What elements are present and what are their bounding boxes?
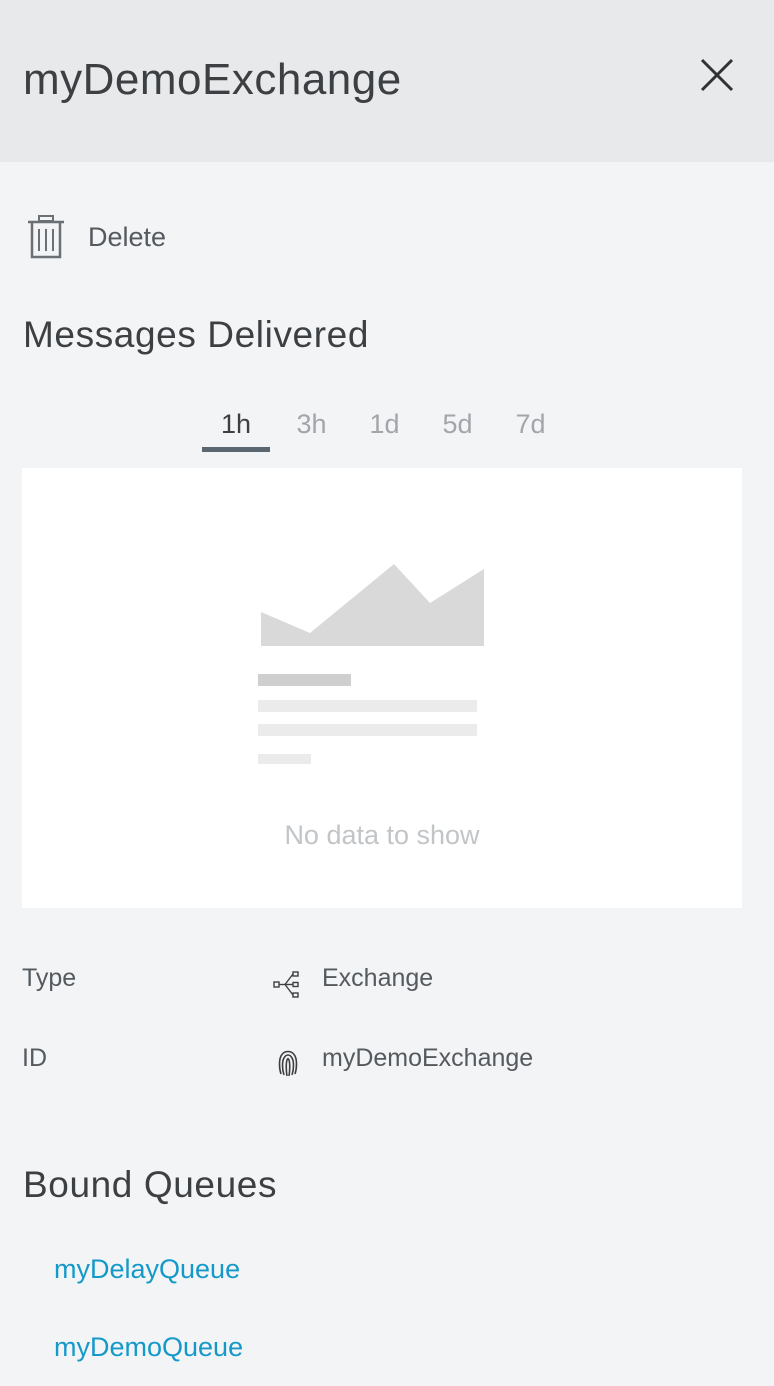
- type-value: Exchange: [322, 964, 434, 992]
- tab-3h[interactable]: 3h: [275, 400, 348, 452]
- tab-5d[interactable]: 5d: [421, 400, 494, 452]
- queue-link-mydemoqueue[interactable]: myDemoQueue: [54, 1332, 243, 1363]
- delete-label: Delete: [88, 221, 167, 252]
- delete-button[interactable]: Delete: [26, 212, 166, 262]
- tab-1d[interactable]: 1d: [348, 400, 421, 452]
- tab-1h[interactable]: 1h: [202, 400, 270, 452]
- type-label: Type: [22, 964, 77, 992]
- queue-link-mydelayqueue[interactable]: myDelayQueue: [54, 1254, 240, 1285]
- exchange-icon: [273, 971, 299, 998]
- panel-header: myDemoExchange: [0, 0, 774, 162]
- time-range-tabs: 1h 3h 1d 5d 7d: [202, 400, 567, 452]
- messages-delivered-title: Messages Delivered: [23, 314, 370, 355]
- bound-queues-title: Bound Queues: [23, 1164, 278, 1205]
- no-data-message: No data to show: [284, 820, 480, 850]
- chart-card: No data to show: [22, 468, 742, 908]
- empty-chart-illustration: [258, 564, 484, 764]
- close-button[interactable]: [694, 52, 740, 98]
- trash-icon: [28, 215, 64, 259]
- panel-title: myDemoExchange: [23, 55, 402, 104]
- close-icon: [700, 58, 734, 92]
- id-label: ID: [22, 1044, 47, 1072]
- fingerprint-icon: [278, 1050, 298, 1077]
- tab-7d[interactable]: 7d: [494, 400, 567, 452]
- id-value: myDemoExchange: [322, 1044, 534, 1072]
